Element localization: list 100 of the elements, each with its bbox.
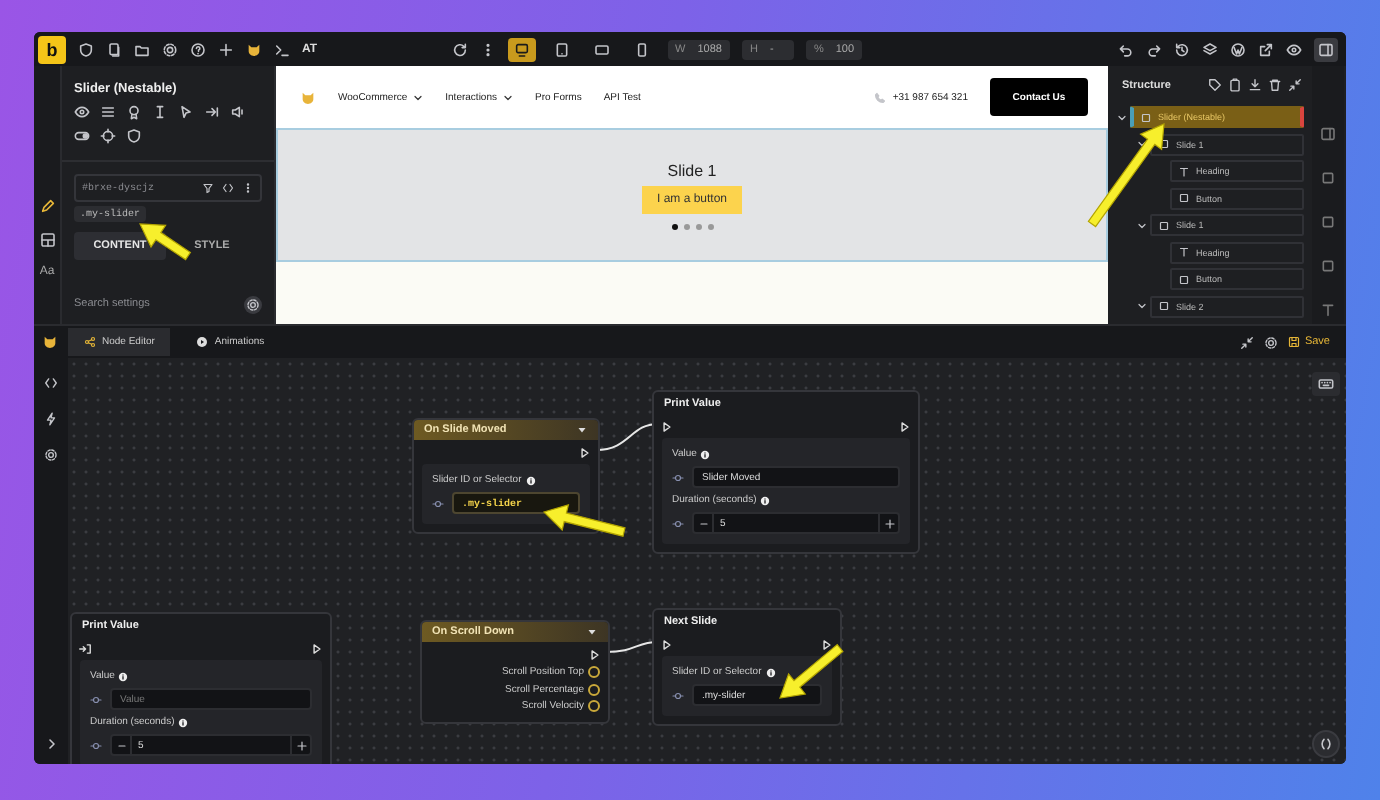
landscape-device-icon[interactable]: [593, 41, 610, 57]
settings-icon[interactable]: [1264, 335, 1279, 349]
slider-dot[interactable]: [683, 223, 689, 229]
redo-icon[interactable]: [1146, 41, 1162, 57]
terminal-icon[interactable]: [274, 41, 290, 57]
shield-icon[interactable]: [78, 41, 94, 57]
code-icon[interactable]: [44, 376, 58, 390]
heading-icon: [1178, 165, 1190, 177]
enter-port-icon[interactable]: [78, 641, 92, 655]
plus-icon[interactable]: [218, 41, 234, 57]
toggle-icon[interactable]: [74, 128, 90, 144]
settings-icon[interactable]: [246, 297, 260, 311]
speaker-icon[interactable]: [230, 104, 246, 120]
crosshair-icon[interactable]: [100, 128, 116, 144]
layers-icon[interactable]: [1202, 41, 1218, 57]
tablet-device-icon[interactable]: [553, 41, 570, 57]
clipboard-icon[interactable]: [1228, 78, 1242, 92]
square-icon[interactable]: [1320, 214, 1336, 230]
input-port-icon[interactable]: [660, 419, 674, 433]
square-icon[interactable]: [1320, 170, 1336, 186]
text-cursor-icon[interactable]: [152, 104, 168, 120]
desktop-device-icon[interactable]: [513, 41, 530, 57]
input-port-icon[interactable]: [660, 637, 674, 651]
info-icon: [760, 495, 771, 505]
port-icon: [90, 739, 102, 751]
funnel-icon[interactable]: [202, 182, 214, 194]
cat-logo-icon[interactable]: [246, 41, 262, 57]
collapse-icon[interactable]: [1288, 78, 1302, 92]
square-icon[interactable]: [1320, 258, 1336, 274]
arrow-bar-icon[interactable]: [204, 104, 220, 120]
help-icon[interactable]: [190, 41, 206, 57]
minus-icon[interactable]: [115, 739, 127, 751]
block-icon: [1158, 219, 1170, 231]
keyboard-icon[interactable]: [1318, 376, 1334, 392]
bolt-icon[interactable]: [44, 412, 58, 426]
external-link-icon[interactable]: [1258, 41, 1274, 57]
port-icon: [672, 471, 684, 483]
plus-icon[interactable]: [883, 517, 895, 529]
chevron-right-icon[interactable]: [43, 736, 59, 752]
download-icon[interactable]: [1248, 78, 1262, 92]
dropdown-icon[interactable]: [576, 424, 588, 436]
info-icon: [525, 475, 536, 485]
edit-icon[interactable]: [39, 198, 55, 214]
panel-icon[interactable]: [1320, 126, 1336, 142]
dropdown-icon[interactable]: [586, 626, 598, 638]
layout-icon[interactable]: [39, 232, 55, 248]
parentheses-icon[interactable]: [1318, 736, 1334, 752]
more-icon[interactable]: [242, 182, 254, 194]
list-icon[interactable]: [100, 104, 116, 120]
info-icon: [178, 717, 189, 727]
chevron-down-icon[interactable]: [1136, 219, 1148, 231]
chevron-down-icon: [411, 91, 424, 103]
settings-icon[interactable]: [162, 41, 178, 57]
history-icon[interactable]: [1174, 41, 1190, 57]
plus-icon[interactable]: [295, 739, 307, 751]
output-port-icon[interactable]: [578, 445, 592, 459]
slider-dot[interactable]: [671, 223, 677, 229]
annotation-arrow: [779, 643, 844, 699]
refresh-icon[interactable]: [451, 41, 468, 57]
slide-heading: Slide 1: [667, 161, 717, 179]
shield-icon[interactable]: [126, 128, 142, 144]
slider-dot[interactable]: [707, 223, 713, 229]
cat-logo-icon[interactable]: [42, 334, 58, 350]
collapse-icon[interactable]: [1240, 335, 1255, 349]
chevron-down-icon[interactable]: [1116, 111, 1128, 123]
phone-icon: [874, 91, 887, 103]
settings-icon[interactable]: [44, 448, 58, 462]
chevron-down-icon[interactable]: [1136, 138, 1148, 150]
chevron-down-icon[interactable]: [1136, 300, 1148, 312]
site-icon[interactable]: [1230, 41, 1246, 57]
output-port-icon[interactable]: [820, 637, 834, 651]
minus-icon[interactable]: [697, 517, 709, 529]
chevron-down-icon: [501, 91, 513, 103]
block-icon: [1140, 111, 1152, 123]
pointer-icon[interactable]: [178, 104, 194, 120]
port-icon: [672, 689, 684, 701]
tag-icon[interactable]: [1208, 78, 1222, 92]
block-icon: [1158, 300, 1170, 312]
info-icon: [118, 671, 129, 681]
button-icon: [1178, 273, 1190, 285]
button-icon: [1178, 192, 1190, 204]
annotation-arrow: [542, 503, 626, 537]
eye-icon[interactable]: [74, 104, 90, 120]
heading-icon[interactable]: [1320, 302, 1336, 318]
nodes-icon: [84, 336, 96, 348]
trash-icon[interactable]: [1268, 78, 1282, 92]
folder-icon[interactable]: [134, 41, 150, 57]
undo-icon[interactable]: [1118, 41, 1134, 57]
eye-icon[interactable]: [1286, 41, 1302, 57]
panel-icon[interactable]: [1318, 41, 1334, 57]
slider-dot[interactable]: [695, 223, 701, 229]
code-icon[interactable]: [222, 182, 234, 194]
pages-icon[interactable]: [106, 41, 122, 57]
port-icon: [432, 497, 444, 509]
phone-device-icon[interactable]: [633, 41, 650, 57]
output-port-icon[interactable]: [898, 419, 912, 433]
output-port-icon[interactable]: [310, 641, 324, 655]
app-logo[interactable]: b: [38, 35, 66, 63]
output-port-icon[interactable]: [588, 647, 602, 661]
badge-icon[interactable]: [126, 104, 142, 120]
